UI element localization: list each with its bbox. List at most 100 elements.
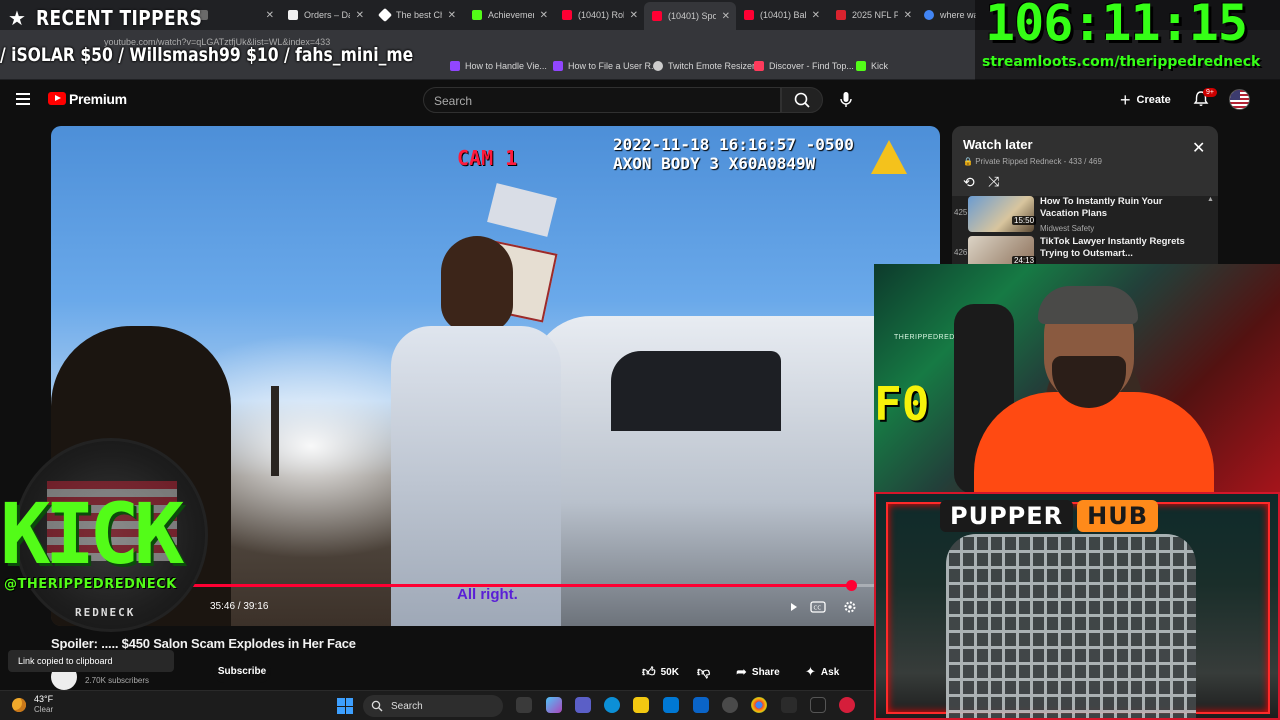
bookmark-item[interactable]: How to File a User R... (553, 61, 659, 71)
tab-title: where was (940, 10, 976, 20)
globe-icon (653, 61, 663, 71)
search-input[interactable]: Search (423, 87, 781, 113)
close-tab-icon[interactable]: ✕ (442, 10, 462, 21)
youtube-header: Premium Search + Create 9+ (0, 81, 1280, 119)
thumbs-down-icon: 👎︎ (697, 664, 711, 679)
autoplay-toggle[interactable] (785, 600, 803, 614)
weather-temperature[interactable]: 43°F (34, 694, 53, 704)
store-icon[interactable] (663, 697, 679, 713)
youtube-favicon-icon (744, 10, 754, 20)
close-tab-icon[interactable]: ✕ (716, 11, 736, 22)
tab-title: The best Ch (396, 10, 442, 20)
weather-description[interactable]: Clear (34, 705, 53, 714)
subathon-timer: 106:11:15 (985, 0, 1248, 52)
bodycam-label: CAM 1 (457, 146, 518, 170)
kick-icon (856, 61, 866, 71)
streamer-webcam: THERIPPEDREDNECK F0 (874, 264, 1280, 492)
settings-button[interactable] (841, 600, 859, 614)
browser-tab-active[interactable]: (10401) Spo ✕ (644, 2, 736, 30)
sparkle-icon: ✦ (805, 664, 816, 679)
video-progress-scrubber[interactable] (846, 580, 857, 591)
copilot-icon[interactable] (546, 697, 562, 713)
tab-title: Achievemen (488, 10, 534, 20)
tab-title: (10401) Rob (578, 10, 624, 20)
file-explorer-icon[interactable] (633, 697, 649, 713)
pupper-hub-badge: HUB (1077, 500, 1159, 532)
ask-label: Ask (820, 666, 840, 678)
youtube-favicon-icon (652, 11, 662, 21)
app-icon[interactable] (781, 697, 797, 713)
browser-tab[interactable]: where was (916, 4, 976, 26)
close-tab-icon[interactable]: ✕ (898, 10, 918, 21)
close-tab-icon[interactable]: ✕ (534, 10, 554, 21)
browser-tab[interactable]: The best Ch ✕ (372, 4, 462, 26)
svg-text:CC: CC (814, 606, 822, 612)
playlist-item-duration: 15:50 (1012, 216, 1037, 225)
weather-moon-icon[interactable] (12, 698, 26, 712)
search-icon (371, 700, 383, 712)
outlook-icon[interactable] (693, 697, 709, 713)
youtube-logo-icon[interactable] (48, 92, 66, 105)
twitch-icon (450, 61, 460, 71)
ask-button[interactable]: ✦ Ask (805, 661, 839, 683)
close-tab-icon[interactable]: ✕ (260, 10, 280, 21)
like-count: 50K (660, 666, 679, 678)
bookmark-item[interactable]: Twitch Emote Resizer (653, 61, 755, 71)
playlist-item-title[interactable]: How To Instantly Ruin Your Vacation Plan… (1040, 196, 1190, 220)
youtube-favicon-icon (562, 10, 572, 20)
terminal-icon[interactable] (810, 697, 826, 713)
bookmark-item[interactable]: Discover - Find Top... (754, 61, 854, 71)
recent-tippers-title: RECENT TIPPERS (35, 6, 203, 30)
notification-count-badge: 9+ (1203, 88, 1217, 97)
playlist-item[interactable]: 426 24:13 TikTok Lawyer Instantly Regret… (952, 236, 1218, 266)
watch-later-title[interactable]: Watch later (963, 137, 1033, 152)
teams-icon[interactable] (575, 697, 591, 713)
close-icon[interactable]: ✕ (1192, 141, 1205, 157)
play-icon (791, 603, 797, 611)
voice-search-button[interactable] (832, 87, 860, 113)
bookmark-item[interactable]: Kick (856, 61, 888, 71)
tab-favicon-icon (377, 7, 393, 23)
obs-icon[interactable] (722, 697, 738, 713)
task-view-icon[interactable] (516, 697, 532, 713)
loop-icon[interactable]: ⟲ (963, 174, 975, 191)
browser-tab[interactable]: (10401) Rob ✕ (554, 4, 644, 26)
like-button[interactable]: 👍︎ 50K (642, 661, 679, 683)
pupper-hub-word: PUPPER (940, 500, 1074, 532)
close-tab-icon[interactable]: ✕ (624, 10, 644, 21)
tab-title: (10401) Balt (760, 10, 806, 20)
hamburger-menu-icon[interactable] (16, 93, 30, 105)
windows-taskbar: 43°F Clear Search (0, 690, 874, 720)
microphone-icon (840, 92, 852, 107)
share-button[interactable]: ➦ Share (736, 661, 780, 683)
playlist-item-index: 426 (954, 248, 968, 257)
close-tab-icon[interactable]: ✕ (350, 10, 370, 21)
close-tab-icon[interactable]: ✕ (806, 10, 826, 21)
playlist-item-thumbnail[interactable] (968, 196, 1034, 232)
account-avatar[interactable] (1229, 89, 1250, 110)
scroll-up-icon[interactable]: ▲ (1207, 196, 1214, 203)
shuffle-icon[interactable]: ⤨ (988, 173, 999, 190)
subscribe-button[interactable]: Subscribe (213, 661, 271, 683)
bookmark-item[interactable]: How to Handle Vie... (450, 61, 547, 71)
watch-later-panel: Watch later 🔒 Private Ripped Redneck - 4… (952, 126, 1218, 266)
app-icon[interactable] (839, 697, 855, 713)
browser-tab[interactable]: 2025 NFL Pl ✕ (828, 4, 918, 26)
browser-tab[interactable]: Orders – Da ✕ (280, 4, 370, 26)
bodycam-osd: 2022-11-18 16:16:57 -0500 AXON BODY 3 X6… (613, 135, 854, 173)
search-button[interactable] (781, 87, 823, 113)
captions-button[interactable]: CC (809, 600, 827, 614)
browser-tab[interactable]: (10401) Balt ✕ (736, 4, 826, 26)
browser-tab[interactable]: Achievemen ✕ (464, 4, 554, 26)
windows-start-icon[interactable] (337, 698, 353, 714)
dislike-button[interactable]: 👎︎ (697, 661, 710, 683)
youtube-brand-label[interactable]: Premium (69, 91, 127, 107)
plus-icon: + (1120, 89, 1131, 110)
create-button[interactable]: + Create (1120, 87, 1171, 113)
pupper-hub-logo: PUPPER HUB (940, 498, 1159, 534)
watch-later-subtitle: 🔒 Private Ripped Redneck - 433 / 469 (963, 157, 1102, 166)
taskbar-search[interactable]: Search (363, 695, 503, 717)
edge-icon[interactable] (604, 697, 620, 713)
chrome-icon[interactable] (751, 697, 767, 713)
playlist-item-title[interactable]: TikTok Lawyer Instantly Regrets Trying t… (1040, 236, 1190, 260)
